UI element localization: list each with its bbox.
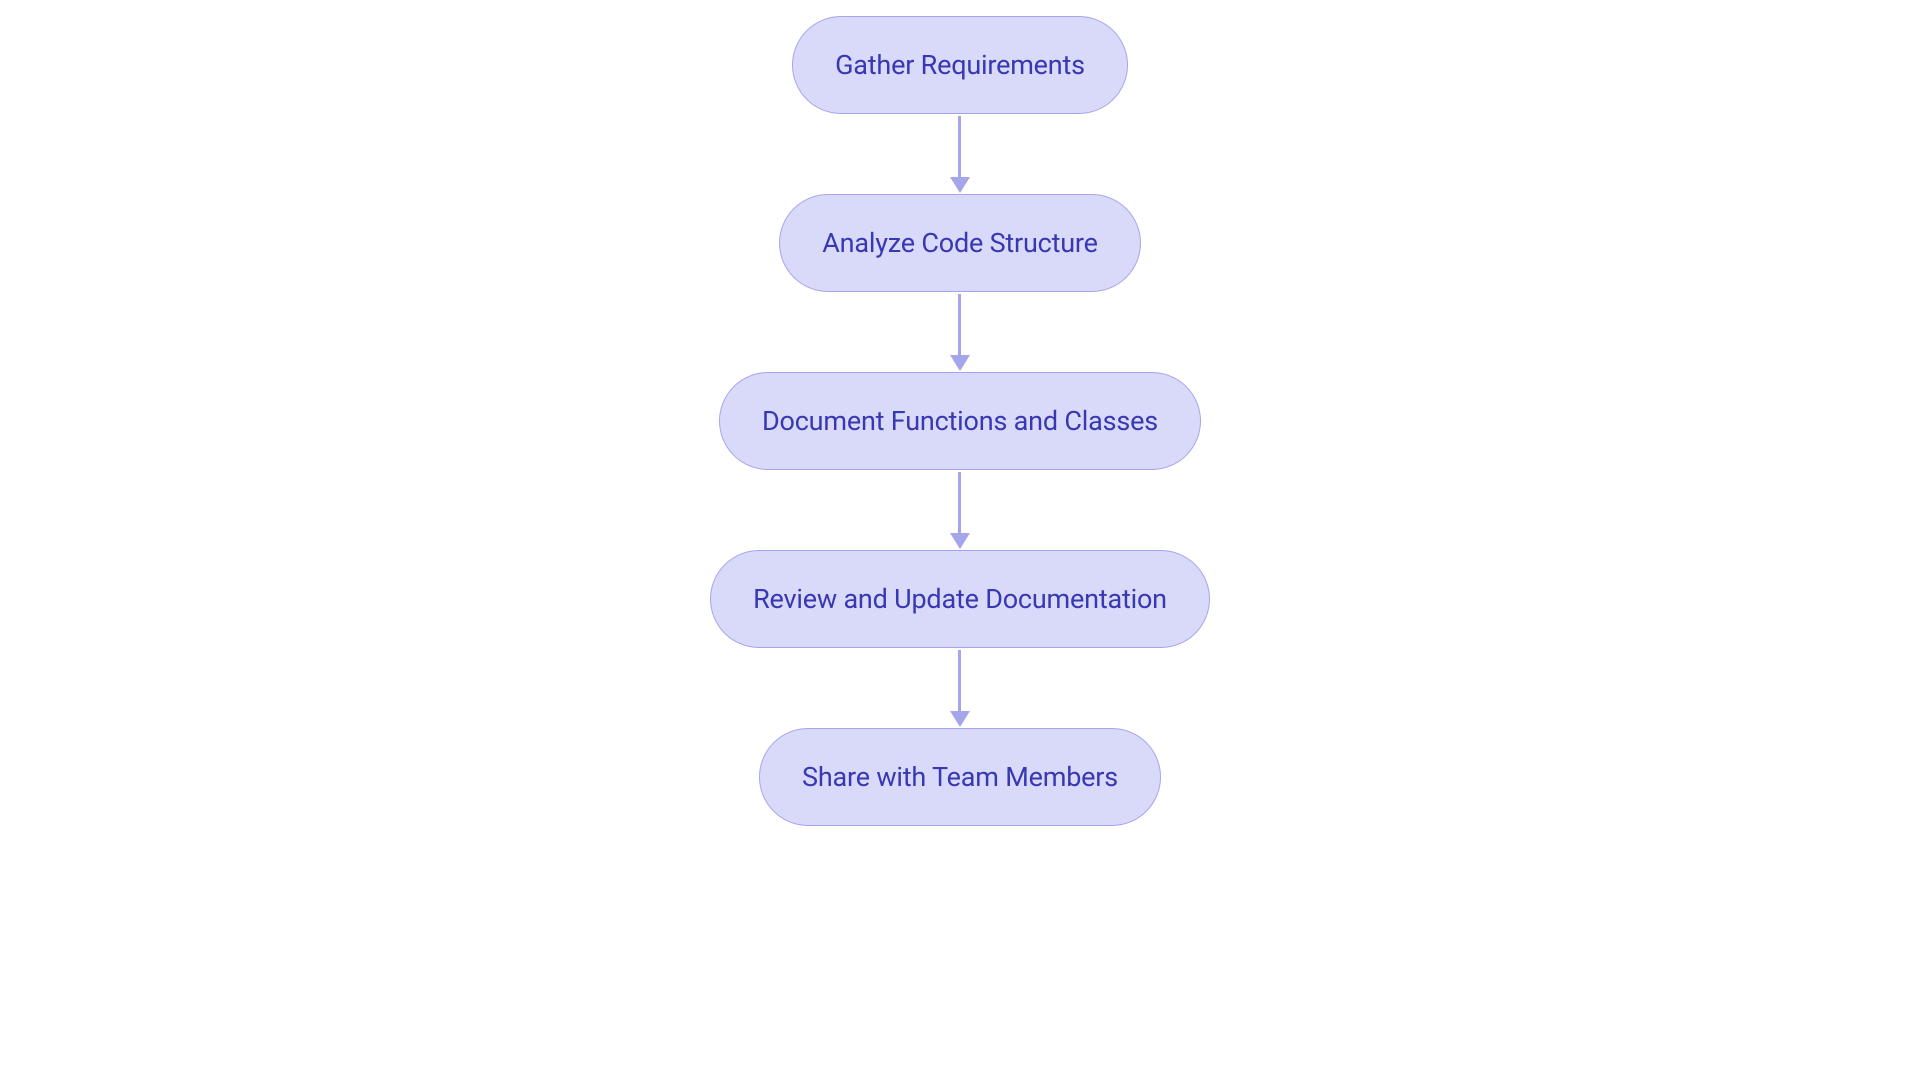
arrow-icon [950, 114, 970, 194]
node-label: Gather Requirements [835, 49, 1085, 81]
node-label: Share with Team Members [802, 761, 1118, 793]
flowchart-node-2: Document Functions and Classes [719, 372, 1201, 470]
flowchart-container: Gather Requirements Analyze Code Structu… [710, 16, 1210, 826]
arrow-icon [950, 292, 970, 372]
flowchart-node-1: Analyze Code Structure [779, 194, 1141, 292]
node-label: Analyze Code Structure [822, 227, 1098, 259]
node-label: Review and Update Documentation [753, 583, 1167, 615]
flowchart-node-0: Gather Requirements [792, 16, 1128, 114]
node-label: Document Functions and Classes [762, 405, 1158, 437]
arrow-icon [950, 648, 970, 728]
flowchart-node-3: Review and Update Documentation [710, 550, 1210, 648]
flowchart-node-4: Share with Team Members [759, 728, 1161, 826]
arrow-icon [950, 470, 970, 550]
